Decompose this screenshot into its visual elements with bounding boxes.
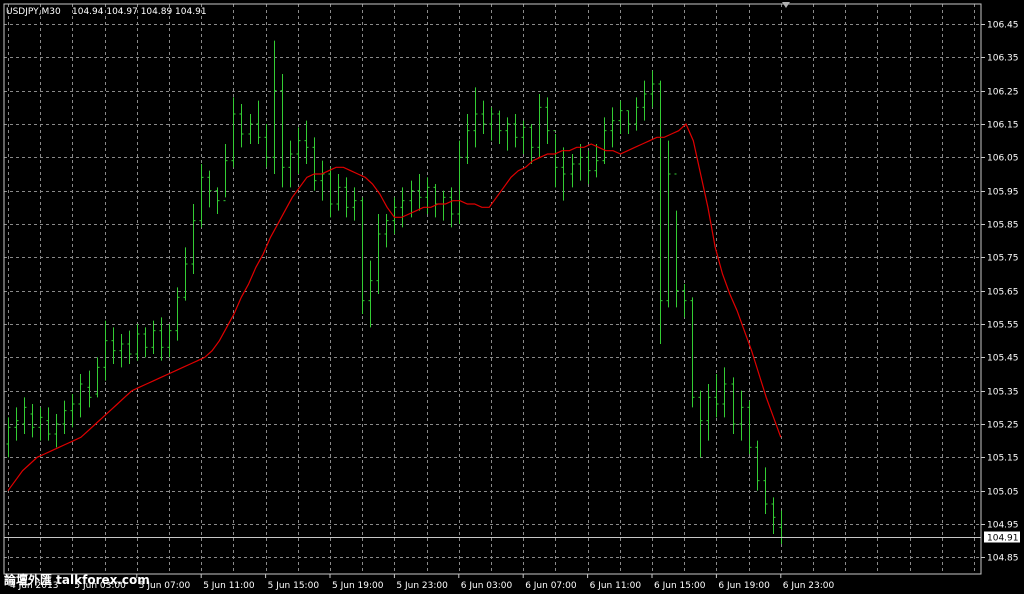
y-tick-label: 106.35	[987, 54, 1019, 64]
x-tick-label: 6 Jun 11:00	[590, 581, 642, 591]
y-tick-label: 105.85	[987, 221, 1019, 231]
chart-symbol: USDJPY,M30	[6, 7, 61, 17]
y-tick-label: 105.05	[987, 488, 1019, 498]
y-tick-label: 105.45	[987, 354, 1019, 364]
y-tick-label: 106.25	[987, 88, 1019, 98]
y-tick-label: 105.65	[987, 288, 1019, 298]
current-price-tag: 104.91	[984, 531, 1020, 544]
chart-background	[0, 0, 1024, 594]
x-tick-label: 6 Jun 03:00	[461, 581, 513, 591]
y-tick-label: 105.95	[987, 188, 1019, 198]
x-tick-label: 6 Jun 15:00	[654, 581, 706, 591]
y-tick-label: 105.35	[987, 388, 1019, 398]
price-chart[interactable]: 104.85 104.95 105.05 105.15 105.25 105.35 105.…	[0, 0, 1024, 594]
current-price-tag-label: 104.91	[987, 534, 1019, 544]
y-tick-label: 105.15	[987, 454, 1019, 464]
x-tick-label: 5 Jun 11:00	[203, 581, 255, 591]
x-tick-label: 5 Jun 23:00	[396, 581, 448, 591]
y-tick-label: 104.85	[987, 554, 1019, 564]
y-tick-label: 106.05	[987, 154, 1019, 164]
x-tick-label: 6 Jun 07:00	[525, 581, 577, 591]
y-tick-label: 105.55	[987, 321, 1019, 331]
y-tick-label: 105.75	[987, 254, 1019, 264]
x-tick-label: 5 Jun 19:00	[332, 581, 384, 591]
y-tick-label: 105.25	[987, 421, 1019, 431]
watermark: 論壇外匯 talkforex.com	[4, 572, 150, 587]
y-tick-label: 106.15	[987, 121, 1019, 131]
x-tick-label: 6 Jun 23:00	[783, 581, 835, 591]
y-tick-label: 106.45	[987, 21, 1019, 31]
x-tick-label: 5 Jun 15:00	[268, 581, 320, 591]
x-tick-label: 6 Jun 19:00	[718, 581, 770, 591]
y-tick-label: 104.95	[987, 521, 1019, 531]
chart-ohlc: 104.94 104.97 104.89 104.91	[72, 7, 207, 17]
